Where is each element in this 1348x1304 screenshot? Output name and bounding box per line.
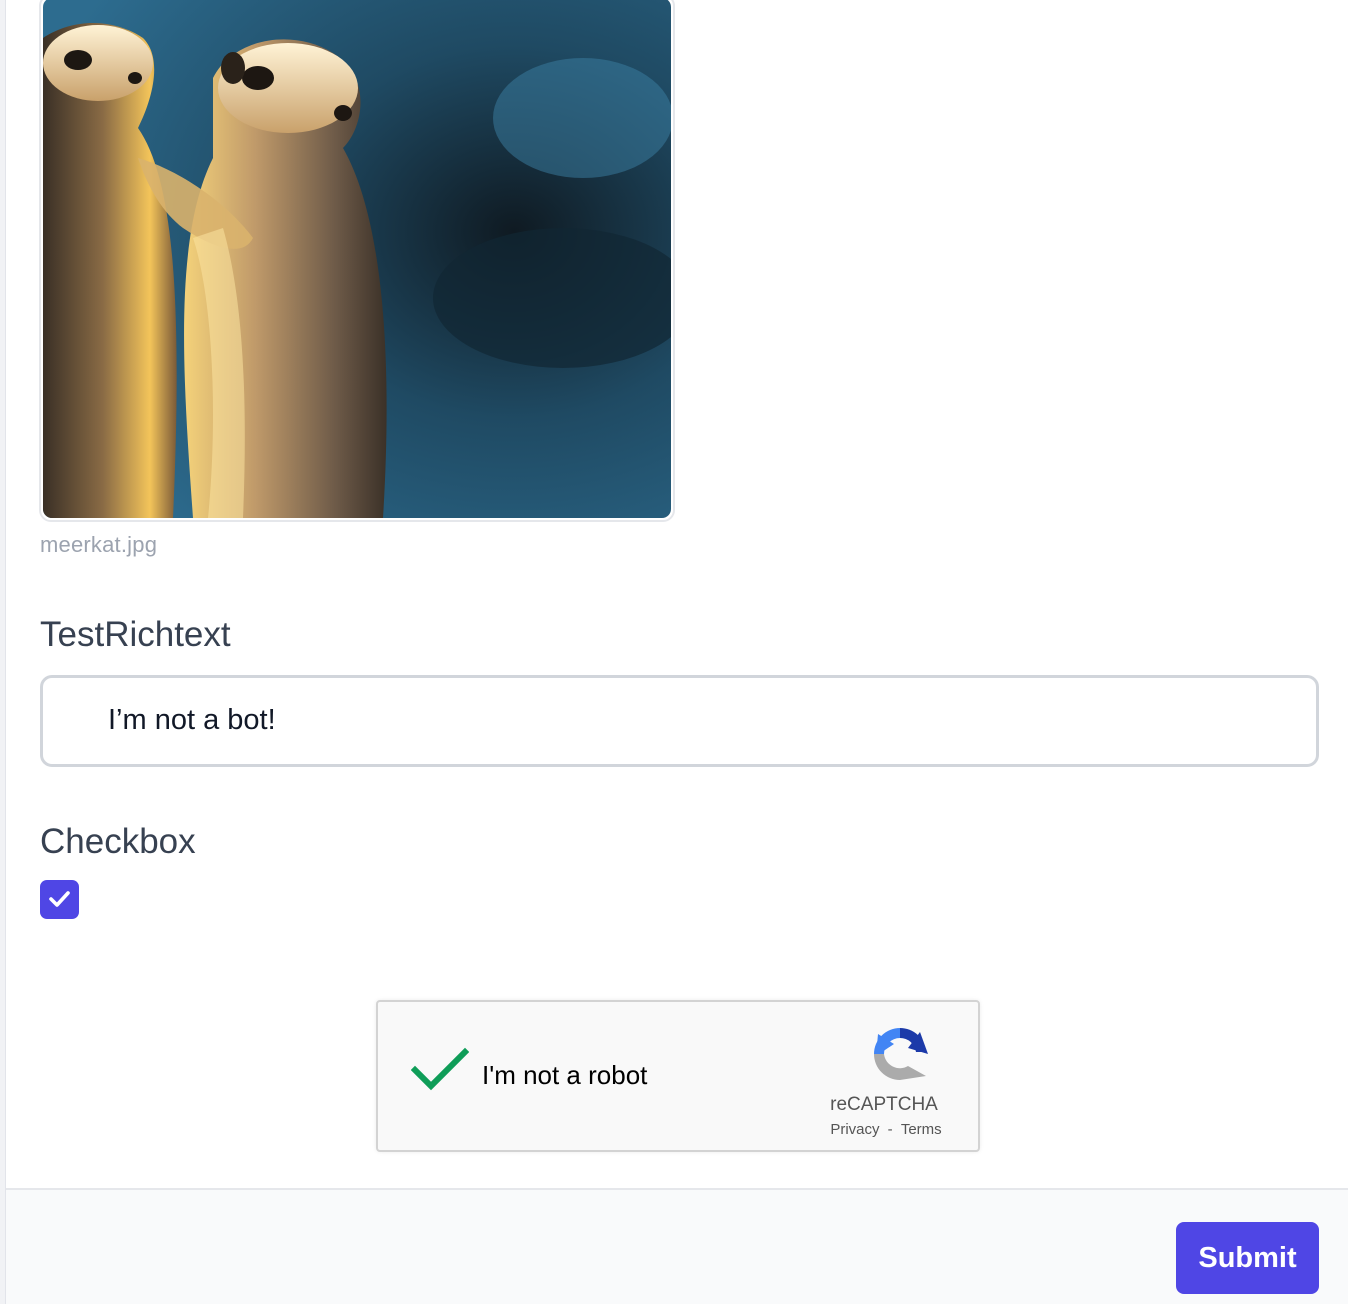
checkmark-icon (49, 891, 70, 907)
checkbox-input[interactable] (40, 880, 79, 919)
richtext-editor-content[interactable]: I’m not a bot! (108, 704, 276, 737)
form-footer (6, 1188, 1348, 1304)
recaptcha-brand: reCAPTCHA (830, 1094, 938, 1115)
meerkat-photo (43, 0, 671, 518)
link-separator: - (887, 1121, 893, 1138)
sidebar-edge (0, 0, 6, 1304)
terms-link[interactable]: Terms (901, 1121, 942, 1138)
image-file-name: meerkat.jpg (40, 532, 158, 557)
submit-button[interactable]: Submit (1176, 1222, 1319, 1294)
recaptcha-label: I'm not a robot (482, 1060, 648, 1090)
form-page: meerkat.jpg TestRichtext I’m not a bot! … (0, 0, 1348, 1304)
recaptcha-widget[interactable]: I'm not a robot reCAPTCHA Privacy - Term… (376, 1000, 980, 1152)
green-checkmark-icon[interactable] (411, 1046, 469, 1092)
richtext-field-label: TestRichtext (40, 615, 231, 654)
richtext-editor[interactable]: I’m not a bot! (40, 675, 1319, 767)
recaptcha-logo-icon (874, 1027, 928, 1080)
recaptcha-links: Privacy - Terms (816, 1121, 956, 1138)
checkbox-field-label: Checkbox (40, 822, 196, 861)
privacy-link[interactable]: Privacy (830, 1121, 879, 1138)
image-preview[interactable] (39, 0, 675, 522)
